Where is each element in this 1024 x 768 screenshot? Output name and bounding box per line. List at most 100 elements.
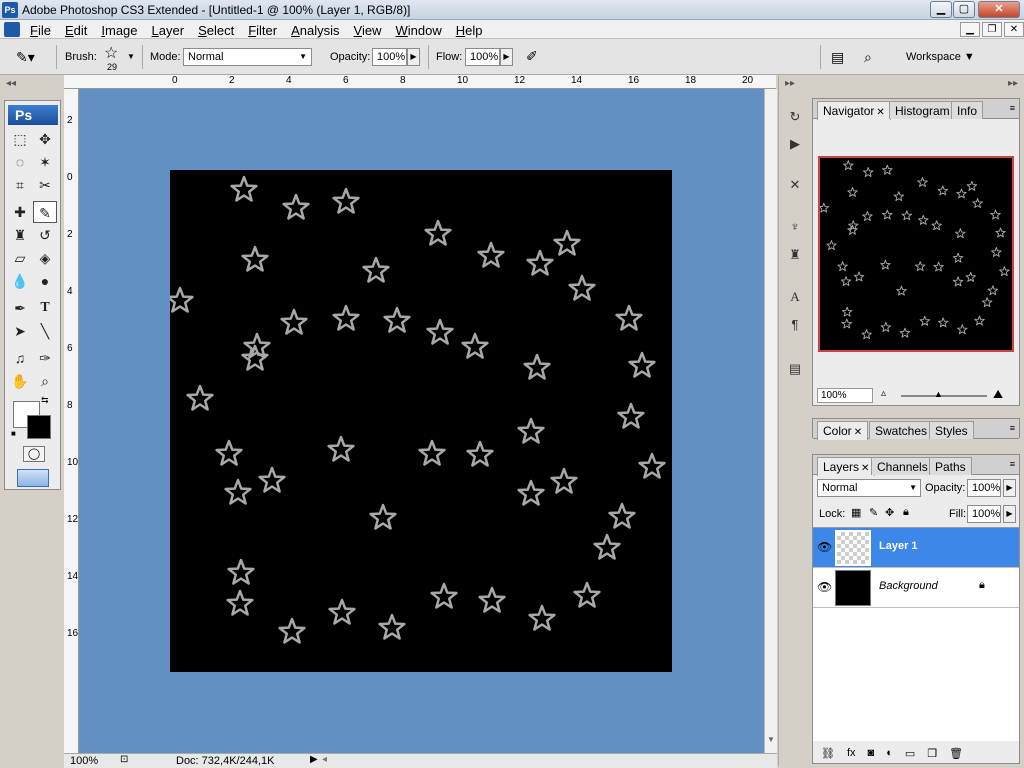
lasso-tool-icon[interactable]: ◌ bbox=[8, 151, 32, 173]
status-menu-arrow-icon[interactable]: ▶ bbox=[310, 754, 318, 765]
layer-comps-panel-icon[interactable]: ▤ bbox=[784, 358, 806, 380]
healing-brush-tool-icon[interactable]: ✚ bbox=[8, 201, 32, 223]
slice-tool-icon[interactable]: ✂ bbox=[33, 174, 57, 196]
menu-edit[interactable]: Edit bbox=[65, 23, 87, 38]
scroll-left-icon[interactable]: ◂ bbox=[322, 754, 327, 765]
tab-layers[interactable]: Layers ✕ bbox=[817, 457, 876, 476]
new-layer-icon[interactable]: ❐ bbox=[927, 747, 937, 760]
tab-paths[interactable]: Paths bbox=[929, 457, 972, 475]
minimize-button[interactable]: ▁ bbox=[930, 1, 952, 18]
tab-histogram[interactable]: Histogram bbox=[889, 101, 956, 119]
lock-all-icon[interactable]: 🔒︎ bbox=[903, 506, 909, 519]
menu-image[interactable]: Image bbox=[101, 23, 137, 38]
maximize-button[interactable]: ▢ bbox=[953, 1, 975, 18]
document-canvas[interactable] bbox=[166, 170, 672, 672]
layer-opacity-arrow-icon[interactable]: ▶ bbox=[1003, 479, 1016, 497]
bridge-icon[interactable]: ⌕ bbox=[864, 49, 872, 66]
pen-tool-icon[interactable]: ✒ bbox=[8, 297, 32, 319]
background-color-swatch[interactable] bbox=[27, 415, 51, 439]
delete-layer-icon[interactable]: 🗑︎ bbox=[949, 747, 963, 760]
opacity-input[interactable]: 100% bbox=[372, 48, 407, 66]
layer-style-icon[interactable]: fx bbox=[847, 747, 856, 759]
tab-swatches[interactable]: Swatches bbox=[869, 421, 934, 439]
lock-transparency-icon[interactable]: ▦ bbox=[851, 506, 861, 519]
menu-filter[interactable]: Filter bbox=[248, 23, 277, 38]
mode-select[interactable]: Normal ▼ bbox=[183, 48, 312, 66]
collapse-toolbox-icon[interactable]: ◂◂ bbox=[6, 78, 16, 89]
history-brush-tool-icon[interactable]: ↺ bbox=[33, 224, 57, 246]
status-icon[interactable]: ⊡ bbox=[120, 754, 128, 765]
tab-styles[interactable]: Styles bbox=[929, 421, 974, 439]
magic-wand-tool-icon[interactable]: ✶ bbox=[33, 151, 57, 173]
layer-row[interactable]: 👁 Background 🔒︎ bbox=[813, 568, 1019, 608]
actions-panel-icon[interactable]: ▶ bbox=[784, 133, 806, 155]
crop-tool-icon[interactable]: ⌗ bbox=[8, 174, 32, 196]
tab-navigator[interactable]: Navigator ✕ bbox=[817, 101, 891, 120]
menu-window[interactable]: Window bbox=[395, 23, 441, 38]
new-group-icon[interactable]: ▭ bbox=[905, 747, 915, 760]
zoom-slider-handle-icon[interactable]: ▲ bbox=[934, 389, 943, 399]
link-layers-icon[interactable]: ⛓ bbox=[821, 747, 835, 760]
menu-select[interactable]: Select bbox=[198, 23, 234, 38]
zoom-level[interactable]: 100% bbox=[70, 755, 98, 767]
eyedropper-tool-icon[interactable]: ✑ bbox=[33, 347, 57, 369]
panel-menu-icon[interactable]: ≡ bbox=[1010, 423, 1015, 433]
eraser-tool-icon[interactable]: ▱ bbox=[8, 247, 32, 269]
close-icon[interactable]: ✕ bbox=[861, 463, 869, 474]
tab-color[interactable]: Color ✕ bbox=[817, 421, 869, 440]
flow-slider-arrow-icon[interactable]: ▶ bbox=[500, 48, 513, 66]
notes-tool-icon[interactable]: ♫ bbox=[8, 347, 32, 369]
dodge-tool-icon[interactable]: ● bbox=[33, 270, 57, 292]
move-tool-icon[interactable]: ✥ bbox=[33, 128, 57, 150]
layer-name[interactable]: Layer 1 bbox=[879, 540, 918, 552]
panel-menu-icon[interactable]: ≡ bbox=[1010, 459, 1015, 469]
line-tool-icon[interactable]: ╲ bbox=[33, 320, 57, 342]
canvas-area[interactable] bbox=[79, 89, 764, 753]
layer-name[interactable]: Background bbox=[879, 580, 938, 592]
marquee-tool-icon[interactable]: ⬚ bbox=[8, 128, 32, 150]
eye-visibility-icon[interactable]: 👁 bbox=[817, 540, 832, 554]
zoom-out-icon[interactable]: ▵ bbox=[881, 388, 886, 399]
history-panel-icon[interactable]: ↻ bbox=[784, 106, 806, 128]
paint-bucket-tool-icon[interactable]: ◈ bbox=[33, 247, 57, 269]
scroll-down-icon[interactable]: ▼ bbox=[767, 735, 775, 744]
document-icon[interactable] bbox=[4, 22, 20, 37]
flow-input[interactable]: 100% bbox=[465, 48, 500, 66]
close-button[interactable]: ✕ bbox=[978, 1, 1020, 18]
layer-mask-icon[interactable]: ◙ bbox=[868, 747, 875, 759]
vertical-scrollbar[interactable]: ▼ bbox=[764, 89, 777, 753]
menu-file[interactable]: File bbox=[30, 23, 51, 38]
brushes-panel-icon[interactable]: ♆ bbox=[784, 216, 806, 238]
fill-input[interactable]: 100% bbox=[967, 505, 1001, 523]
close-icon[interactable]: ✕ bbox=[854, 427, 862, 438]
clone-source-panel-icon[interactable]: ♜ bbox=[784, 244, 806, 266]
menu-layer[interactable]: Layer bbox=[152, 23, 185, 38]
navigator-zoom-slider[interactable] bbox=[901, 395, 987, 397]
default-colors-icon[interactable]: ■ bbox=[11, 429, 16, 438]
expand-dock-icon[interactable]: ▸▸ bbox=[785, 78, 795, 89]
airbrush-icon[interactable]: ✐ bbox=[526, 48, 538, 65]
adjustment-layer-icon[interactable]: ◐ bbox=[886, 747, 893, 759]
brush-picker-arrow-icon[interactable]: ▼ bbox=[127, 52, 135, 61]
menu-help[interactable]: Help bbox=[456, 23, 483, 38]
document-restore-button[interactable]: ❐ bbox=[982, 22, 1002, 37]
character-panel-icon[interactable]: A bbox=[784, 286, 806, 308]
collapse-panels-icon[interactable]: ▸▸ bbox=[1008, 78, 1018, 89]
panel-menu-icon[interactable]: ≡ bbox=[1010, 103, 1015, 113]
tool-presets-panel-icon[interactable]: ✕ bbox=[784, 174, 806, 196]
tab-info[interactable]: Info bbox=[951, 101, 984, 119]
screen-mode-button[interactable] bbox=[17, 469, 49, 487]
zoom-tool-icon[interactable]: ⌕ bbox=[33, 370, 57, 392]
quick-mask-mode-icon[interactable]: ◯ bbox=[23, 446, 45, 462]
navigator-preview[interactable] bbox=[818, 156, 1014, 352]
blend-mode-select[interactable]: Normal ▼ bbox=[817, 479, 921, 497]
document-minimize-button[interactable]: ▁ bbox=[960, 22, 980, 37]
blur-tool-icon[interactable]: 💧 bbox=[8, 270, 32, 292]
zoom-in-icon[interactable]: ⛰ bbox=[993, 387, 1003, 402]
path-selection-tool-icon[interactable]: ➤ bbox=[8, 320, 32, 342]
brush-tool-preset-icon[interactable]: ✎▾ bbox=[16, 49, 35, 66]
paragraph-panel-icon[interactable]: ¶ bbox=[784, 314, 806, 336]
eye-visibility-icon[interactable]: 👁 bbox=[817, 580, 832, 594]
workspace-menu[interactable]: Workspace ▼ bbox=[906, 51, 975, 63]
layer-opacity-input[interactable]: 100% bbox=[967, 479, 1001, 497]
